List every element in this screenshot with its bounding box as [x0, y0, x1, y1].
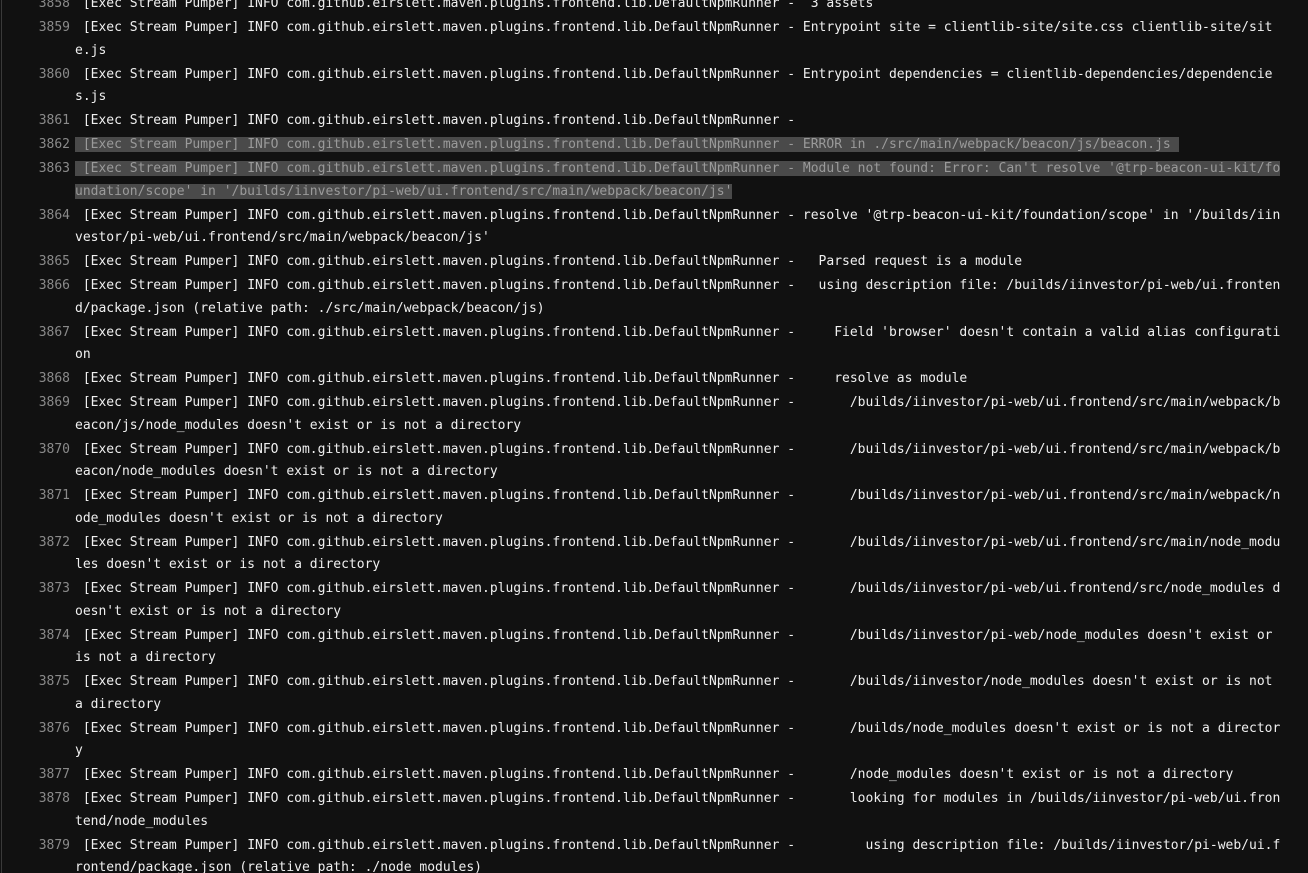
line-content: [Exec Stream Pumper] INFO com.github.eir…: [75, 534, 1281, 573]
log-line: 3861 [Exec Stream Pumper] INFO com.githu…: [2, 110, 1308, 134]
log-line: 3874 [Exec Stream Pumper] INFO com.githu…: [2, 625, 1308, 672]
line-number[interactable]: 3870: [2, 439, 70, 462]
log-line: 3858 [Exec Stream Pumper] INFO com.githu…: [2, 0, 1308, 17]
line-number[interactable]: 3863: [2, 158, 70, 181]
line-number[interactable]: 3871: [2, 485, 70, 508]
log-line: 3864 [Exec Stream Pumper] INFO com.githu…: [2, 205, 1308, 252]
line-content: [Exec Stream Pumper] INFO com.github.eir…: [75, 581, 1281, 619]
line-content: [Exec Stream Pumper] INFO com.github.eir…: [75, 0, 874, 11]
line-content: [Exec Stream Pumper] INFO com.github.eir…: [75, 791, 1281, 829]
line-number[interactable]: 3865: [2, 251, 70, 274]
log-line: 3872 [Exec Stream Pumper] INFO com.githu…: [2, 532, 1308, 579]
line-number[interactable]: 3876: [2, 718, 70, 741]
line-number[interactable]: 3859: [2, 17, 70, 40]
log-line: 3859 [Exec Stream Pumper] INFO com.githu…: [2, 17, 1308, 64]
line-content: [Exec Stream Pumper] INFO com.github.eir…: [75, 66, 1273, 105]
log-line-selected: 3863 [Exec Stream Pumper] INFO com.githu…: [2, 158, 1308, 205]
log-line: 3877 [Exec Stream Pumper] INFO com.githu…: [2, 764, 1308, 788]
line-content: [Exec Stream Pumper] INFO com.github.eir…: [75, 627, 1281, 666]
line-content: [Exec Stream Pumper] INFO com.github.eir…: [75, 371, 968, 386]
line-content: [Exec Stream Pumper] INFO com.github.eir…: [75, 674, 1281, 712]
line-content: [Exec Stream Pumper] INFO com.github.eir…: [75, 20, 1273, 58]
line-number[interactable]: 3873: [2, 578, 70, 601]
log-line: 3876 [Exec Stream Pumper] INFO com.githu…: [2, 718, 1308, 765]
log-line-selected: 3862 [Exec Stream Pumper] INFO com.githu…: [2, 134, 1308, 158]
line-content: [Exec Stream Pumper] INFO com.github.eir…: [75, 113, 803, 128]
line-number[interactable]: 3879: [2, 835, 70, 858]
line-number[interactable]: 3878: [2, 788, 70, 811]
log-line: 3869 [Exec Stream Pumper] INFO com.githu…: [2, 392, 1308, 439]
line-number[interactable]: 3874: [2, 625, 70, 648]
line-number[interactable]: 3872: [2, 532, 70, 555]
line-number[interactable]: 3877: [2, 764, 70, 787]
line-number[interactable]: 3858: [2, 0, 70, 16]
job-log-viewer[interactable]: 3858 [Exec Stream Pumper] INFO com.githu…: [1, 0, 1308, 873]
line-content: [Exec Stream Pumper] INFO com.github.eir…: [75, 767, 1234, 782]
line-number[interactable]: 3861: [2, 110, 70, 133]
line-content-wrap: [Exec Stream Pumper] INFO com.github.eir…: [75, 158, 1285, 203]
log-line: 3875 [Exec Stream Pumper] INFO com.githu…: [2, 671, 1308, 718]
selected-text: [Exec Stream Pumper] INFO com.github.eir…: [75, 161, 1281, 199]
line-number[interactable]: 3860: [2, 64, 70, 87]
line-content: [Exec Stream Pumper] INFO com.github.eir…: [75, 395, 1281, 433]
line-content-wrap: [Exec Stream Pumper] INFO com.github.eir…: [75, 134, 1285, 157]
line-content: [Exec Stream Pumper] INFO com.github.eir…: [75, 720, 1281, 759]
log-line: 3878 [Exec Stream Pumper] INFO com.githu…: [2, 788, 1308, 835]
log-line: 3868 [Exec Stream Pumper] INFO com.githu…: [2, 368, 1308, 392]
log-line: 3860 [Exec Stream Pumper] INFO com.githu…: [2, 64, 1308, 111]
log-lines: 3858 [Exec Stream Pumper] INFO com.githu…: [2, 0, 1308, 873]
log-line: 3866 [Exec Stream Pumper] INFO com.githu…: [2, 275, 1308, 322]
line-number[interactable]: 3862: [2, 134, 70, 157]
line-number[interactable]: 3866: [2, 275, 70, 298]
line-content: [Exec Stream Pumper] INFO com.github.eir…: [75, 278, 1281, 316]
line-number[interactable]: 3869: [2, 392, 70, 415]
log-line: 3865 [Exec Stream Pumper] INFO com.githu…: [2, 251, 1308, 275]
log-line: 3870 [Exec Stream Pumper] INFO com.githu…: [2, 439, 1308, 486]
line-content: [Exec Stream Pumper] INFO com.github.eir…: [75, 254, 1023, 269]
line-content: [Exec Stream Pumper] INFO com.github.eir…: [75, 837, 1281, 873]
selected-text: [Exec Stream Pumper] INFO com.github.eir…: [75, 137, 1179, 152]
log-line: 3867 [Exec Stream Pumper] INFO com.githu…: [2, 322, 1308, 369]
line-content: [Exec Stream Pumper] INFO com.github.eir…: [75, 488, 1281, 526]
line-number[interactable]: 3867: [2, 322, 70, 345]
log-line: 3871 [Exec Stream Pumper] INFO com.githu…: [2, 485, 1308, 532]
log-line: 3879 [Exec Stream Pumper] INFO com.githu…: [2, 835, 1308, 873]
line-content: [Exec Stream Pumper] INFO com.github.eir…: [75, 207, 1281, 246]
line-number[interactable]: 3864: [2, 205, 70, 228]
line-content: [Exec Stream Pumper] INFO com.github.eir…: [75, 324, 1281, 363]
log-line: 3873 [Exec Stream Pumper] INFO com.githu…: [2, 578, 1308, 625]
line-content: [Exec Stream Pumper] INFO com.github.eir…: [75, 441, 1281, 480]
line-number[interactable]: 3868: [2, 368, 70, 391]
line-number[interactable]: 3875: [2, 671, 70, 694]
